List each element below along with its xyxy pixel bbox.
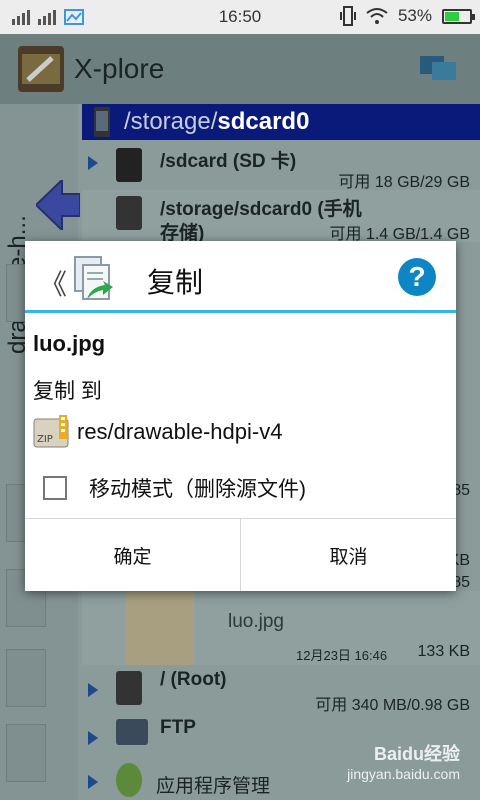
cancel-button[interactable]: 取消: [241, 519, 456, 591]
phone-icon: [116, 196, 142, 230]
item-name: FTP: [160, 717, 196, 738]
back-arrow-icon[interactable]: [36, 180, 80, 230]
expand-arrow-icon[interactable]: [88, 731, 98, 745]
watermark-brand: Baidu经验: [373, 744, 460, 764]
item-name: / (Root): [160, 669, 227, 690]
phone-icon: [116, 671, 142, 705]
list-item[interactable]: luo.jpg 12月23日 16:46 133 KB: [82, 591, 480, 665]
side-image-icon: [6, 649, 46, 707]
android-icon: [116, 763, 142, 797]
vibrate-icon: [339, 6, 356, 26]
dialog-header: 《 复制 ?: [25, 241, 456, 313]
item-name: /storage/sdcard0 (手机: [160, 199, 362, 220]
item-name: /sdcard (SD 卡): [160, 151, 297, 172]
ftp-icon: [116, 719, 148, 745]
watermark: Baidu经验 jingyan.baidu.com: [347, 740, 460, 782]
watermark-url: jingyan.baidu.com: [347, 766, 460, 782]
expand-arrow-icon[interactable]: [88, 156, 98, 170]
item-meta: 可用 18 GB/29 GB: [338, 174, 470, 191]
item-date: 12月23日 16:46: [296, 648, 388, 663]
target-path-text: res/drawable-hdpi-v4: [77, 419, 283, 444]
app-title: X-plore: [74, 53, 165, 84]
dialog-back-icon[interactable]: 《: [39, 263, 67, 303]
battery-percent: 53%: [397, 6, 432, 25]
item-name: luo.jpg: [228, 611, 284, 632]
zip-folder-icon: ZIP: [33, 415, 69, 448]
wifi-icon: [366, 8, 388, 24]
path-bar: /storage/sdcard0: [82, 104, 480, 140]
source-file-name: luo.jpg: [33, 331, 106, 356]
path-prefix: /storage/: [124, 108, 218, 135]
expand-arrow-icon[interactable]: [88, 775, 98, 789]
app-header: X-plore: [0, 34, 480, 104]
copy-dialog: 《 复制 ? luo.jpg 复制 到 ZIP res/drawable-hdp…: [25, 241, 456, 591]
ok-button[interactable]: 确定: [25, 519, 240, 591]
move-mode-label: 移动模式（删除源文件): [89, 478, 306, 501]
move-mode-option[interactable]: 移动模式（删除源文件): [43, 473, 306, 503]
help-icon[interactable]: ?: [398, 258, 436, 296]
list-item[interactable]: /sdcard (SD 卡) 可用 18 GB/29 GB: [82, 140, 480, 191]
dialog-buttons: 确定 取消: [25, 518, 456, 591]
svg-text:ZIP: ZIP: [37, 434, 53, 445]
phone-storage-icon: [94, 107, 110, 137]
target-path[interactable]: ZIP res/drawable-hdpi-v4: [33, 415, 282, 449]
path-current: sdcard0: [217, 108, 310, 135]
item-name: 应用程序管理: [156, 776, 271, 797]
dual-pane-icon[interactable]: [418, 52, 458, 84]
image-thumbnail: [126, 591, 194, 665]
status-bar: 16:50 53%: [0, 0, 480, 34]
list-item[interactable]: / (Root) 可用 340 MB/0.98 GB: [82, 665, 480, 714]
battery-icon: [442, 8, 475, 24]
list-item[interactable]: /storage/sdcard0 (手机 存储) 可用 1.4 GB/1.4 G…: [82, 190, 480, 244]
dialog-title: 复制: [147, 267, 204, 298]
copy-to-label: 复制 到: [33, 380, 102, 403]
item-meta: 133 KB: [417, 643, 470, 660]
app-logo-icon: [18, 46, 64, 92]
move-mode-checkbox[interactable]: [43, 476, 67, 500]
side-doc-icon: [6, 724, 46, 782]
expand-arrow-icon[interactable]: [88, 683, 98, 697]
copy-icon: [74, 256, 113, 300]
sd-card-icon: [116, 148, 142, 182]
item-meta: 可用 340 MB/0.98 GB: [315, 697, 470, 714]
